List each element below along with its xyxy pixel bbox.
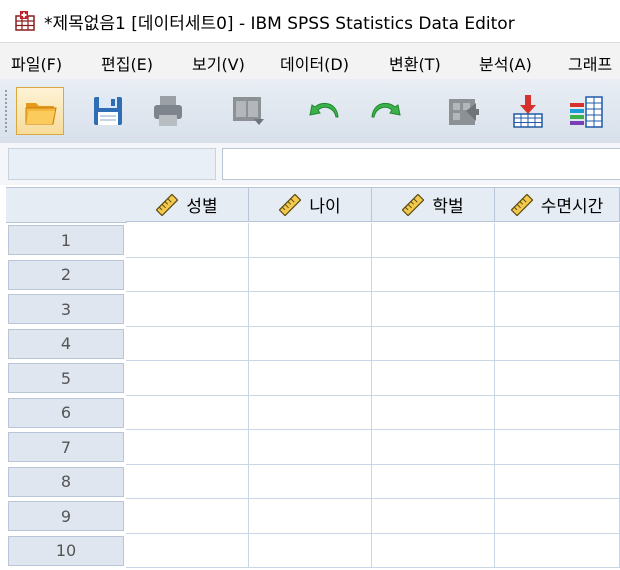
menu-view[interactable]: 보기(V) [192,51,245,75]
data-cell[interactable] [495,395,620,430]
dialog-recall-icon [233,97,264,125]
save-floppy-icon [94,97,122,125]
data-cell[interactable] [372,430,495,465]
data-cell[interactable] [249,326,372,361]
save-button[interactable] [84,87,132,135]
scale-ruler-icon [156,193,179,216]
data-cell[interactable] [372,499,495,534]
menu-graphs[interactable]: 그래프 [568,51,612,75]
title-bar: *제목없음1 [데이터세트0] - IBM SPSS Statistics Da… [0,0,620,42]
undo-icon [309,102,339,118]
menu-data[interactable]: 데이터(D) [280,51,349,75]
data-cell[interactable] [126,464,249,499]
data-cell[interactable] [495,326,620,361]
data-cell[interactable] [126,361,249,396]
variables-button[interactable] [562,87,610,135]
data-cell[interactable] [126,326,249,361]
row-header[interactable]: 8 [8,466,124,497]
scale-ruler-icon [279,193,302,216]
data-cell[interactable] [126,499,249,534]
cell-value-editor[interactable] [222,148,620,180]
row-header[interactable]: 1 [8,225,124,255]
menu-bar: 파일(F) 편집(E) 보기(V) 데이터(D) 변환(T) 분석(A) 그래프 [0,42,620,80]
data-cell[interactable] [126,430,249,465]
scale-ruler-icon [510,193,533,216]
data-cell[interactable] [249,430,372,465]
goto-variable-button[interactable] [504,87,552,135]
menu-edit[interactable]: 편집(E) [101,51,153,75]
grid-corner-select-all[interactable] [6,188,127,223]
column-header-gender[interactable]: 성별 [126,188,249,222]
data-cell[interactable] [372,395,495,430]
data-cell[interactable] [495,257,620,292]
goto-case-icon [449,99,479,125]
data-cell[interactable] [372,533,495,568]
data-cell[interactable] [495,292,620,327]
data-cell[interactable] [372,292,495,327]
data-cell[interactable] [249,223,372,258]
data-cell[interactable] [495,464,620,499]
data-cell[interactable] [495,533,620,568]
toolbar-grip[interactable] [4,89,8,133]
column-header-age[interactable]: 나이 [249,188,372,222]
data-cell[interactable] [126,395,249,430]
redo-icon [371,102,401,118]
data-cell[interactable] [249,292,372,327]
column-label: 성별 [186,197,218,217]
data-cell[interactable] [495,430,620,465]
undo-button[interactable] [300,87,348,135]
data-cell[interactable] [495,361,620,396]
data-cell[interactable] [249,499,372,534]
goto-case-button[interactable] [438,87,486,135]
row-header[interactable]: 10 [8,535,124,566]
data-cell[interactable] [249,257,372,292]
data-cell[interactable] [249,533,372,568]
data-cell[interactable] [495,499,620,534]
data-cell[interactable] [126,292,249,327]
row-header[interactable]: 2 [8,259,124,290]
column-header-sleep-time[interactable]: 수면시간 [495,188,620,222]
column-label: 학벌 [432,197,464,217]
menu-analyze[interactable]: 분석(A) [479,51,532,75]
print-icon [154,96,182,126]
data-cell[interactable] [126,533,249,568]
cell-reference-box[interactable] [8,148,216,180]
row-header[interactable]: 7 [8,432,124,462]
cell-editor-row [0,143,620,185]
data-grid: 성별 나이 학벌 수면시간 1 2 3 4 5 6 7 8 9 10 [6,187,620,570]
data-cell[interactable] [249,464,372,499]
scale-ruler-icon [402,193,425,216]
menu-file[interactable]: 파일(F) [11,51,62,75]
row-header[interactable]: 4 [8,328,124,359]
open-folder-icon [25,103,57,125]
goto-variable-icon [513,95,543,128]
data-cell[interactable] [249,395,372,430]
row-header[interactable]: 5 [8,363,124,393]
redo-button[interactable] [362,87,410,135]
data-cell[interactable] [126,257,249,292]
row-header[interactable]: 6 [8,397,124,428]
data-cell[interactable] [372,464,495,499]
window-title: *제목없음1 [데이터세트0] - IBM SPSS Statistics Da… [44,14,515,34]
toolbar [0,79,620,144]
data-cell[interactable] [495,223,620,258]
data-cell[interactable] [126,223,249,258]
data-cell[interactable] [249,361,372,396]
column-header-education[interactable]: 학벌 [372,188,495,222]
dialog-recall-button[interactable] [224,87,272,135]
menu-transform[interactable]: 변환(T) [389,51,441,75]
column-label: 나이 [309,197,341,217]
spss-app-icon [15,11,35,31]
data-cell[interactable] [372,326,495,361]
row-header[interactable]: 9 [8,501,124,531]
data-cell[interactable] [372,223,495,258]
data-cell[interactable] [372,361,495,396]
data-cell[interactable] [372,257,495,292]
column-label: 수면시간 [540,197,604,217]
print-button[interactable] [144,87,192,135]
row-header[interactable]: 3 [8,294,124,324]
variables-icon [570,96,603,128]
open-folder-button[interactable] [16,87,64,135]
